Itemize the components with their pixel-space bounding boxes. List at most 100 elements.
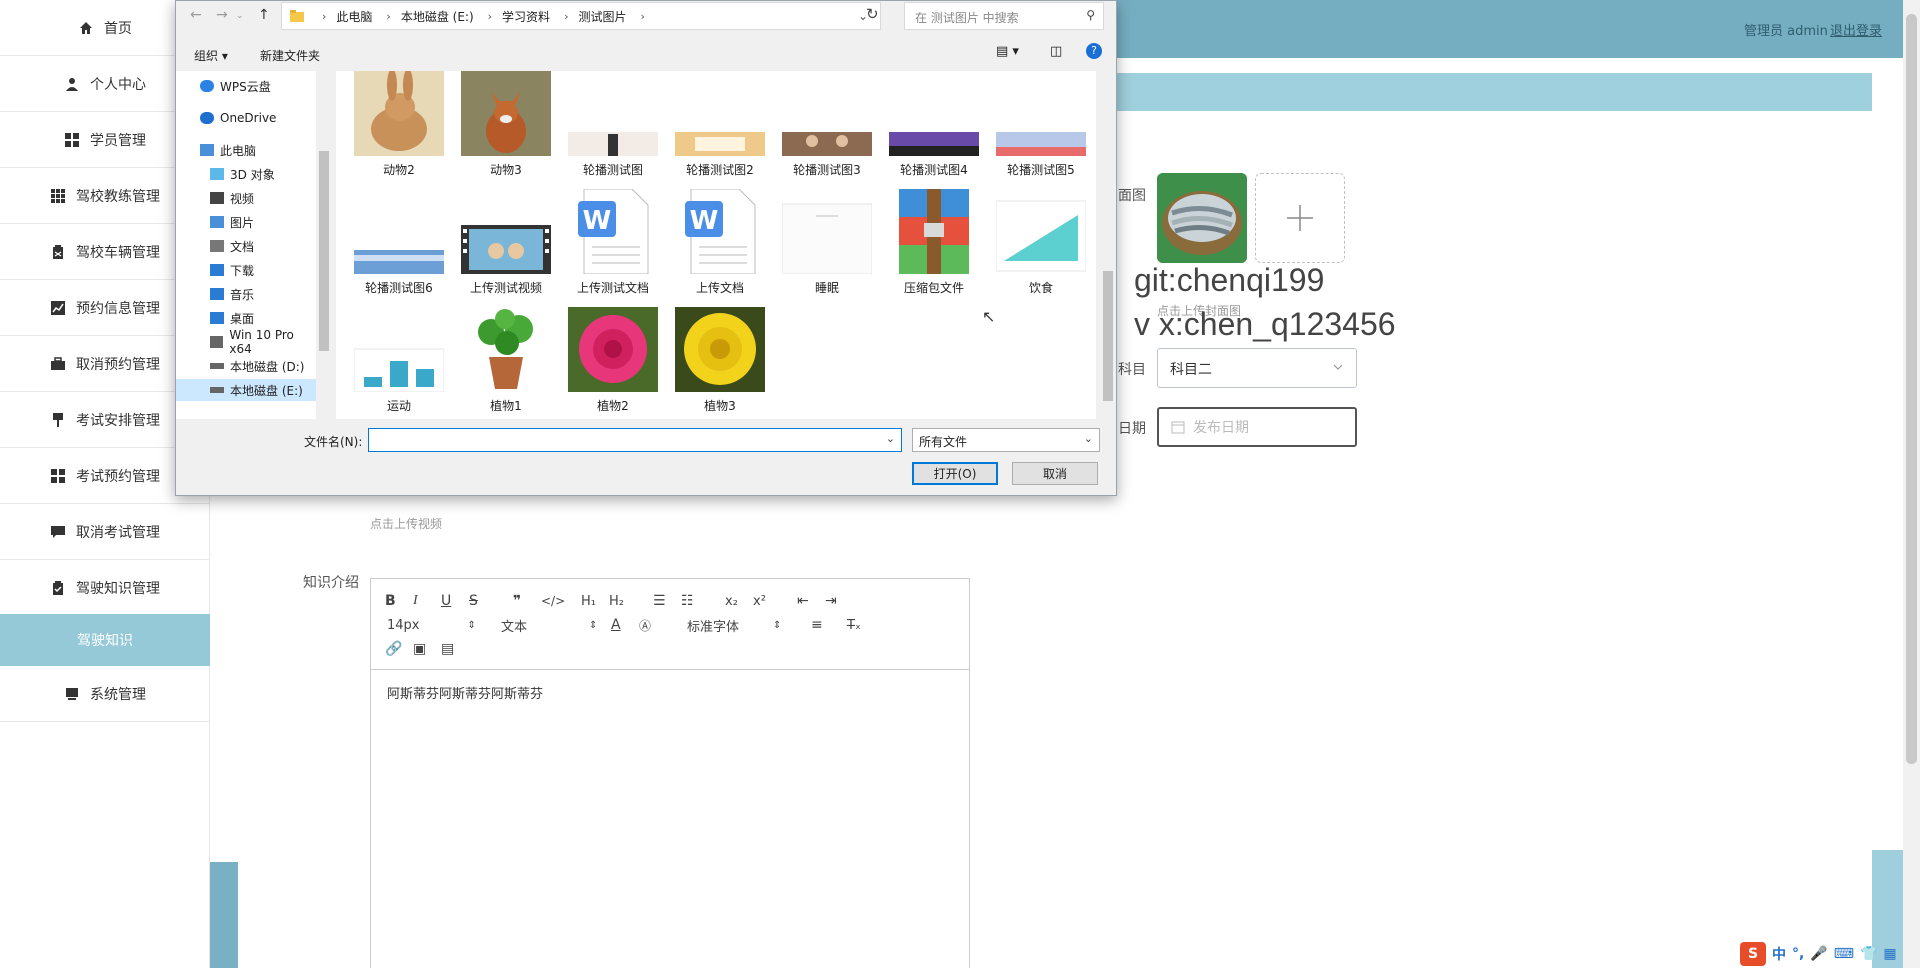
logout-link[interactable]: 退出登录 bbox=[1830, 20, 1882, 39]
heading1-icon[interactable]: H₁ bbox=[581, 591, 596, 611]
help-icon[interactable]: ? bbox=[1086, 43, 1102, 59]
ime-lang[interactable]: 中 bbox=[1772, 944, 1786, 964]
up-arrow-icon[interactable]: ↑ bbox=[258, 7, 270, 23]
clear-format-icon[interactable]: T̶ₓ bbox=[847, 615, 861, 635]
tree-item-pictures[interactable]: 图片 bbox=[176, 211, 316, 233]
back-arrow-icon[interactable]: ← bbox=[190, 7, 202, 23]
breadcrumb-item[interactable]: 测试图片 bbox=[578, 8, 626, 25]
sidebar-item-knowledge-mgmt[interactable]: 驾驶知识管理 bbox=[0, 560, 210, 616]
image-icon[interactable]: ▣ bbox=[413, 639, 426, 659]
tree-label: 3D 对象 bbox=[230, 167, 275, 182]
recent-chevron-icon[interactable]: ⌄ bbox=[236, 11, 244, 21]
quote-icon[interactable]: ❞ bbox=[513, 591, 521, 611]
file-item[interactable]: 轮播测试图4 bbox=[881, 71, 981, 181]
superscript-icon[interactable]: x² bbox=[753, 591, 766, 611]
file-item[interactable]: 动物2 bbox=[346, 71, 446, 181]
tree-item-wps[interactable]: WPS云盘 bbox=[176, 75, 316, 97]
tree-item-drive-d[interactable]: 本地磁盘 (D:) bbox=[176, 355, 316, 377]
file-item[interactable]: 轮播测试图2 bbox=[667, 71, 767, 181]
breadcrumb-item[interactable]: 本地磁盘 (E:) bbox=[401, 8, 474, 25]
video-icon[interactable]: ▤ bbox=[441, 639, 454, 659]
tree-item-drive-e[interactable]: 本地磁盘 (E:) bbox=[176, 379, 316, 401]
organize-button[interactable]: 组织 ▾ bbox=[194, 47, 228, 64]
heading2-icon[interactable]: H₂ bbox=[609, 591, 624, 611]
file-item[interactable]: 轮播测试图5 bbox=[988, 71, 1088, 181]
file-item[interactable]: 植物2 bbox=[560, 307, 660, 417]
keyboard-icon[interactable]: ⌨ bbox=[1834, 946, 1854, 962]
tree-item-music[interactable]: 音乐 bbox=[176, 283, 316, 305]
file-item[interactable]: 轮播测试图6 bbox=[346, 189, 446, 299]
tree-item-videos[interactable]: 视频 bbox=[176, 187, 316, 209]
align-icon[interactable]: ≡ bbox=[811, 615, 823, 635]
tree-item-onedrive[interactable]: OneDrive bbox=[176, 107, 316, 129]
chevron-down-icon[interactable]: ⌄ bbox=[886, 432, 895, 445]
file-item[interactable]: 睡眠 bbox=[774, 189, 874, 299]
editor-content[interactable]: 阿斯蒂芬阿斯蒂芬阿斯蒂芬 bbox=[387, 683, 543, 702]
file-item[interactable]: 轮播测试图 bbox=[560, 71, 660, 181]
strikethrough-icon[interactable]: S bbox=[469, 591, 478, 611]
upload-video-hint[interactable]: 点击上传视频 bbox=[370, 515, 442, 532]
sidebar-item-system[interactable]: 系统管理 bbox=[0, 666, 210, 722]
file-item[interactable]: 植物3 bbox=[667, 307, 767, 417]
file-item[interactable]: 动物3 bbox=[453, 71, 553, 181]
font-color-icon[interactable]: A bbox=[611, 615, 621, 635]
punctuation-icon[interactable]: °, bbox=[1792, 946, 1804, 962]
tree-item-win10[interactable]: Win 10 Pro x64 bbox=[176, 328, 316, 356]
font-size-select[interactable]: 14px ⇕ bbox=[387, 615, 476, 635]
search-input[interactable]: 在 测试图片 中搜索 ⚲ bbox=[904, 2, 1104, 30]
font-family-select[interactable]: 标准字体 ⇕ bbox=[687, 615, 781, 635]
forward-arrow-icon[interactable]: → bbox=[216, 7, 228, 23]
file-list-scrollbar-thumb[interactable] bbox=[1103, 271, 1113, 401]
cancel-button[interactable]: 取消 bbox=[1012, 462, 1098, 485]
address-bar[interactable]: › 此电脑 › 本地磁盘 (E:) › 学习资料 › 测试图片 › ⌄ bbox=[281, 2, 881, 30]
filename-input[interactable]: ⌄ bbox=[368, 428, 902, 452]
file-item[interactable]: 运动 bbox=[346, 307, 446, 417]
underline-icon[interactable]: U bbox=[441, 591, 451, 611]
breadcrumb-item[interactable]: 此电脑 bbox=[336, 8, 372, 25]
file-item[interactable]: 植物1 bbox=[453, 307, 553, 417]
preview-pane-icon[interactable]: ◫ bbox=[1050, 44, 1062, 59]
tree-scrollbar-thumb[interactable] bbox=[319, 151, 329, 351]
refresh-icon[interactable]: ↻ bbox=[866, 5, 879, 23]
ordered-list-icon[interactable]: ☰ bbox=[653, 591, 666, 611]
skin-icon[interactable]: 👕 bbox=[1860, 946, 1877, 962]
subscript-icon[interactable]: x₂ bbox=[725, 591, 738, 611]
file-item[interactable]: 压缩包文件 bbox=[881, 189, 981, 299]
cover-image[interactable] bbox=[1157, 173, 1247, 263]
italic-icon[interactable]: I bbox=[413, 591, 418, 611]
link-icon[interactable]: 🔗 bbox=[385, 639, 402, 659]
publish-date-input[interactable]: 发布日期 bbox=[1157, 407, 1357, 447]
bold-icon[interactable]: B bbox=[385, 591, 396, 611]
tree-item-desktop[interactable]: 桌面 bbox=[176, 307, 316, 329]
sidebar-item-cancel-exam[interactable]: 取消考试管理 bbox=[0, 504, 210, 560]
cover-add-button[interactable] bbox=[1255, 173, 1345, 263]
tree-item-downloads[interactable]: 下载 bbox=[176, 259, 316, 281]
file-item[interactable]: W 上传测试文档 bbox=[560, 189, 660, 299]
file-item[interactable]: W 上传文档 bbox=[667, 189, 767, 299]
new-folder-button[interactable]: 新建文件夹 bbox=[260, 47, 320, 64]
bullet-list-icon[interactable]: ☷ bbox=[681, 591, 694, 611]
view-options-icon[interactable]: ▤ ▾ bbox=[996, 44, 1019, 59]
computer-icon bbox=[200, 144, 214, 156]
breadcrumb-item[interactable]: 学习资料 bbox=[502, 8, 550, 25]
subject-select[interactable]: 科目二 bbox=[1157, 348, 1357, 388]
rich-text-editor[interactable]: B I U S ❞ </> H₁ H₂ ☰ ☷ x₂ x² ⇤ ⇥ 14px ⇕… bbox=[370, 578, 970, 968]
background-color-icon[interactable]: Ⓐ bbox=[639, 615, 651, 635]
tree-item-3d[interactable]: 3D 对象 bbox=[176, 163, 316, 185]
microphone-icon[interactable]: 🎤 bbox=[1810, 946, 1827, 962]
sidebar-item-knowledge[interactable]: 驾驶知识 bbox=[0, 614, 210, 666]
file-item[interactable]: 轮播测试图3 bbox=[774, 71, 874, 181]
outdent-icon[interactable]: ⇤ bbox=[797, 591, 809, 611]
ime-toolbar[interactable]: S 中 °, 🎤 ⌨ 👕 ▦ bbox=[1740, 940, 1920, 968]
file-type-select[interactable]: 所有文件 ⌄ bbox=[912, 428, 1100, 452]
indent-icon[interactable]: ⇥ bbox=[825, 591, 837, 611]
file-item[interactable]: 饮食 bbox=[988, 189, 1088, 299]
page-scrollbar-thumb[interactable] bbox=[1906, 14, 1917, 764]
tree-item-this-pc[interactable]: 此电脑 bbox=[176, 139, 316, 161]
file-item[interactable]: 上传测试视频 bbox=[453, 189, 553, 299]
tree-item-documents[interactable]: 文档 bbox=[176, 235, 316, 257]
block-type-select[interactable]: 文本 ⇕ bbox=[501, 615, 597, 635]
toolbox-icon[interactable]: ▦ bbox=[1883, 946, 1896, 962]
code-icon[interactable]: </> bbox=[541, 591, 565, 611]
open-button[interactable]: 打开(O) bbox=[912, 462, 998, 485]
